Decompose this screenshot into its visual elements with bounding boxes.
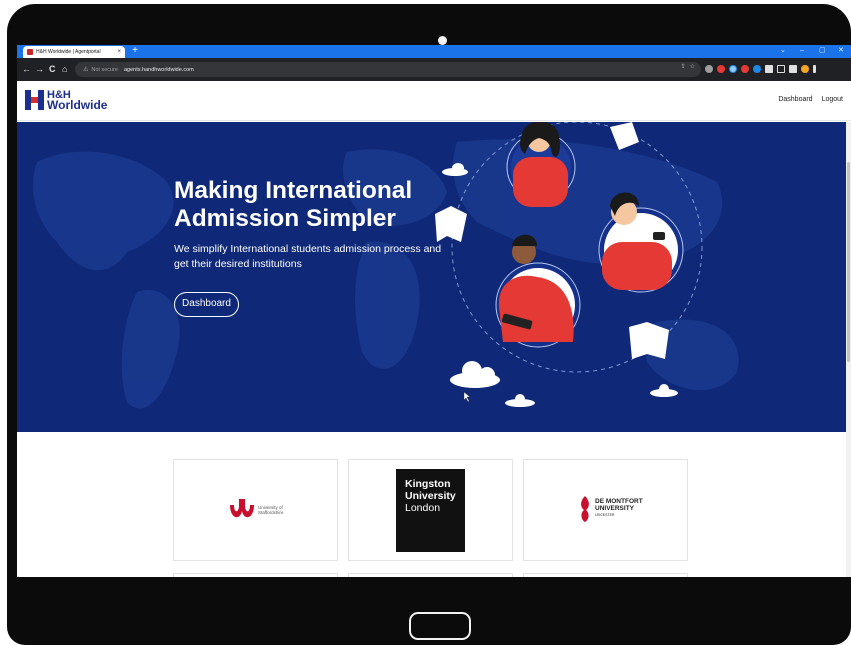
menu-dots-icon[interactable] <box>813 65 816 73</box>
tablet-home-button[interactable] <box>409 612 471 640</box>
reload-icon[interactable]: C <box>49 63 56 75</box>
tab-close-icon[interactable]: × <box>117 49 121 55</box>
staffordshire-name-line2: Staffordshire <box>258 510 284 515</box>
maximize-icon[interactable]: ▢ <box>819 45 826 58</box>
home-icon[interactable]: ⌂ <box>62 63 67 75</box>
extension-icon[interactable] <box>729 65 737 73</box>
university-card-staffordshire[interactable]: University of Staffordshire <box>173 459 338 561</box>
dmu-name-line3: LEICESTER <box>595 513 615 518</box>
site-logo[interactable]: H&H Worldwide <box>25 90 108 112</box>
hh-logo-icon <box>25 90 44 110</box>
bookmark-star-icon[interactable]: ☆ <box>690 63 695 70</box>
extension-icons <box>705 65 816 73</box>
address-bar[interactable]: ⚠ Not secure agents.handhworldwide.com ⇪… <box>75 62 701 77</box>
url-text[interactable]: agents.handhworldwide.com <box>124 67 194 73</box>
university-card-de-montfort[interactable]: DE MONTFORT UNIVERSITY LEICESTER <box>523 459 688 561</box>
extension-icon[interactable] <box>741 65 749 73</box>
puzzle-icon[interactable] <box>765 65 773 73</box>
favicon-icon <box>27 49 33 55</box>
header-nav: Dashboard Logout <box>778 96 843 103</box>
profile-avatar-icon[interactable] <box>801 65 809 73</box>
dmu-crest-icon <box>581 496 589 522</box>
tab-search-icon[interactable]: ⌄ <box>780 45 786 58</box>
new-tab-button[interactable]: + <box>130 45 140 58</box>
universities-section: University of Staffordshire Kingston Uni… <box>17 432 851 577</box>
minimize-icon[interactable]: – <box>800 45 804 58</box>
browser-tab[interactable]: H&H Worldwide | Agentportal × <box>23 46 125 58</box>
share-icon[interactable]: ⇪ <box>681 63 686 70</box>
forward-icon[interactable]: → <box>35 63 44 75</box>
students-illustration <box>435 122 703 407</box>
browser-toolbar: ← → C ⌂ ⚠ Not secure agents.handhworldwi… <box>17 58 851 81</box>
extension-icon[interactable] <box>753 65 761 73</box>
cast-icon[interactable] <box>777 65 785 73</box>
page-scrollbar[interactable] <box>846 122 851 577</box>
university-card-partial[interactable] <box>173 573 338 577</box>
not-secure-icon[interactable]: ⚠ <box>83 66 88 73</box>
scrollbar-thumb[interactable] <box>847 162 850 362</box>
sidepanel-icon[interactable] <box>789 65 797 73</box>
back-icon[interactable]: ← <box>22 63 31 75</box>
nav-dashboard-link[interactable]: Dashboard <box>778 96 812 103</box>
staffordshire-logo-icon <box>230 499 254 518</box>
security-label[interactable]: Not secure <box>91 67 118 73</box>
site-header: H&H Worldwide Dashboard Logout <box>17 81 851 121</box>
university-card-partial[interactable] <box>348 573 513 577</box>
hero-banner: Making International Admission Simpler W… <box>17 122 851 432</box>
logo-text-worldwide: Worldwide <box>47 98 108 112</box>
camera-icon <box>438 36 447 45</box>
tab-title: H&H Worldwide | Agentportal <box>36 49 101 55</box>
screen: H&H Worldwide | Agentportal × + ⌄ – ▢ ✕ … <box>17 45 851 577</box>
kingston-logo: Kingston University London <box>396 469 465 552</box>
nav-logout-link[interactable]: Logout <box>822 96 843 103</box>
extension-icon[interactable] <box>705 65 713 73</box>
university-card-kingston[interactable]: Kingston University London <box>348 459 513 561</box>
extension-icon[interactable] <box>717 65 725 73</box>
close-window-icon[interactable]: ✕ <box>838 45 844 58</box>
university-card-partial[interactable] <box>523 573 688 577</box>
browser-tab-bar: H&H Worldwide | Agentportal × + ⌄ – ▢ ✕ <box>17 45 851 58</box>
